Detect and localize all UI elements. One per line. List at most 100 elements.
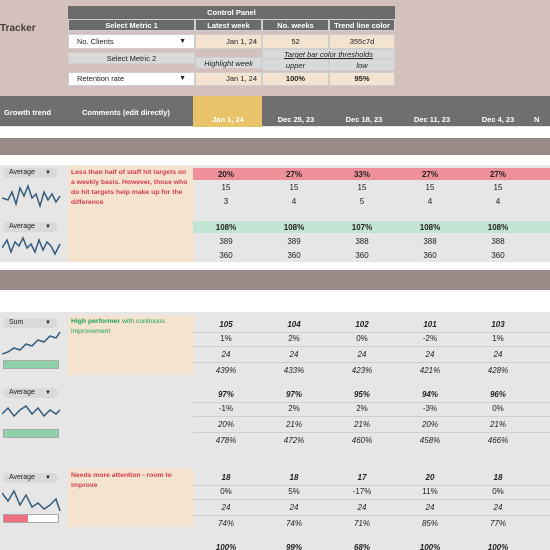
row-divider (193, 332, 550, 333)
change-value: -17% (352, 487, 372, 496)
select-metric-1-label: Select Metric 1 (68, 19, 195, 31)
metric-value: 100% (215, 543, 237, 550)
metric-value: 4 (495, 197, 501, 206)
latest-week-input-2[interactable]: Jan 1, 24 (195, 72, 262, 86)
metric-pct-value: 33% (353, 170, 370, 179)
metric-2-select[interactable]: Retention rate ▼ (68, 72, 195, 86)
pct-value: 74% (285, 519, 302, 528)
chevron-down-icon: ▼ (179, 38, 186, 45)
pct-value: 472% (283, 436, 305, 445)
metric-pct-value: 20% (217, 170, 234, 179)
row-divider (193, 346, 550, 347)
aggregation-dropdown[interactable]: Average ▼ (3, 473, 58, 483)
comment-highlight: High performer (71, 318, 121, 325)
upper-threshold-input[interactable]: 100% (262, 72, 329, 86)
trend-color-input[interactable]: 355c7d (329, 34, 395, 49)
row-divider (193, 432, 550, 433)
metric-value: 24 (425, 350, 435, 359)
section-header-2 (0, 270, 550, 290)
low-threshold-input[interactable]: 95% (329, 72, 395, 86)
target-progress-fill (4, 361, 58, 368)
pct-value: 85% (421, 519, 438, 528)
metric-value: 15 (357, 183, 367, 192)
metric-value: 24 (357, 350, 367, 359)
row-divider (193, 362, 550, 363)
divider (0, 290, 550, 312)
chevron-down-icon: ▼ (179, 75, 186, 82)
control-panel: Select Metric 1 Latest week No. weeks Tr… (68, 19, 395, 87)
metric-pct-value: 27% (489, 170, 506, 179)
aggregation-dropdown[interactable]: Sum ▼ (3, 318, 58, 328)
metric-value: 24 (425, 503, 435, 512)
col-growth-trend: Growth trend (4, 108, 52, 117)
metric-value: 24 (493, 503, 503, 512)
aggregation-dropdown[interactable]: Average ▼ (3, 222, 58, 232)
pct-value: 458% (419, 436, 441, 445)
metric-value: 24 (221, 350, 231, 359)
metric-value: 97% (285, 390, 302, 399)
metric-value: 18 (493, 473, 503, 482)
chevron-down-icon: ▼ (45, 320, 51, 326)
pct-value: 466% (487, 436, 509, 445)
aggregation-dropdown[interactable]: Average ▼ (3, 168, 58, 178)
col-week-1: Jan 1, 24 (212, 115, 244, 124)
latest-week-label: Latest week (195, 19, 262, 31)
metric-value: 24 (289, 350, 299, 359)
metric-value: 24 (357, 503, 367, 512)
metric-1-select[interactable]: No. Clients ▼ (68, 34, 195, 49)
metric-value: 105 (219, 320, 233, 329)
target-progress-bar (3, 429, 59, 438)
upper-label: upper (262, 59, 329, 71)
metric-pct-value: 108% (487, 223, 509, 232)
metric-value: 4 (427, 197, 433, 206)
metric-value: 15 (493, 183, 503, 192)
metric-pct-value: 108% (419, 223, 441, 232)
comment-cell-3[interactable]: High performer with continous improvemen… (68, 315, 194, 375)
dropdown-value: Average (9, 223, 35, 230)
metric-value: 15 (289, 183, 299, 192)
col-week-4: Dec 11, 23 (413, 115, 451, 124)
pct-value: 74% (217, 519, 234, 528)
aggregation-dropdown[interactable]: Average ▼ (3, 388, 58, 398)
target-progress-fill (4, 430, 58, 437)
target-progress-bar (3, 360, 59, 369)
metric-value: 388 (491, 237, 505, 246)
dropdown-value: Average (9, 389, 35, 396)
change-value: -2% (422, 334, 438, 343)
metric-value: 18 (289, 473, 299, 482)
metric-pct-value: 107% (351, 223, 373, 232)
pct-value: 77% (489, 519, 506, 528)
metric-value: 102 (355, 320, 369, 329)
metric-value: 103 (491, 320, 505, 329)
trend-sparkline (2, 183, 61, 209)
metric-value: 389 (287, 237, 301, 246)
metric-value: 360 (355, 251, 369, 260)
col-week-6: N (534, 115, 540, 124)
col-week-2: Dec 25, 23 (277, 115, 315, 124)
metric-value: 4 (291, 197, 297, 206)
latest-week-input-1[interactable]: Jan 1, 24 (195, 34, 262, 49)
divider (0, 155, 550, 165)
trend-sparkline (2, 331, 61, 355)
metric-value: 15 (425, 183, 435, 192)
highlight-week-label: Highlight week (195, 57, 262, 69)
comment-cell-2[interactable] (68, 219, 194, 262)
metric-value: 104 (287, 320, 301, 329)
comment-cell-5[interactable]: Needs more attention - room to improve (68, 469, 194, 527)
pct-value: 478% (215, 436, 237, 445)
no-weeks-input[interactable]: 52 (262, 34, 329, 49)
pct-value: 460% (351, 436, 373, 445)
trend-color-label: Trend line color (329, 19, 395, 31)
pct-value: 433% (283, 366, 305, 375)
section-header-1 (0, 138, 550, 155)
metric-value: 24 (221, 503, 231, 512)
row-divider (193, 416, 550, 417)
metric-2-select-value: Retention rate (77, 74, 125, 83)
change-value: 0% (492, 487, 504, 496)
change-value: -3% (422, 404, 438, 413)
metric-value: 20% (217, 420, 234, 429)
chevron-down-icon: ▼ (45, 475, 51, 481)
metric-value: 95% (353, 390, 370, 399)
trend-sparkline (2, 404, 61, 418)
dropdown-value: Sum (9, 319, 24, 326)
